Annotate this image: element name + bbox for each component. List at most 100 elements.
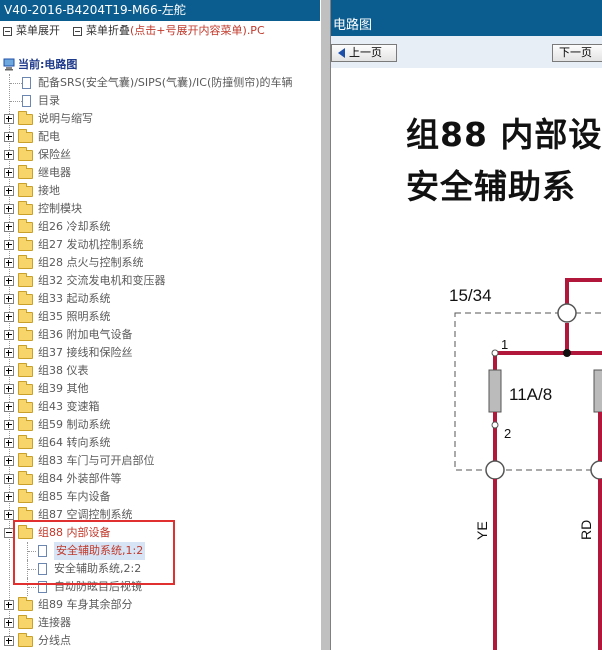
tree-item[interactable]: 说明与缩写 [0,110,320,128]
tree-item[interactable]: 组28 点火与控制系统 [0,254,320,272]
expand-toggle-icon[interactable] [4,168,14,178]
tree-item-label: 分线点 [38,634,71,647]
menu-suffix: .PC [246,24,265,37]
wire-branch [493,351,602,384]
tree-item[interactable]: 继电器 [0,164,320,182]
expand-toggle-icon[interactable] [4,420,14,430]
expand-toggle-icon[interactable] [4,384,14,394]
tree-item[interactable]: 保险丝 [0,146,320,164]
tree-item[interactable]: 组85 车内设备 [0,488,320,506]
folder-icon [18,597,33,611]
folder-icon [18,273,33,287]
expand-toggle-icon[interactable] [4,114,14,124]
prev-page-button[interactable]: 上一页 [331,44,397,62]
tree-item[interactable]: 组37 接线和保险丝 [0,344,320,362]
tree-item-label: 组89 车身其余部分 [38,598,133,611]
fuse-body-right [593,369,602,413]
expand-toggle-icon[interactable] [4,258,14,268]
expand-toggle-icon[interactable] [4,492,14,502]
circuit-drawing: 15/34 1 11A/8 2 YE RD [449,278,602,650]
tree-item[interactable]: 接地 [0,182,320,200]
folder-icon [18,399,33,413]
expand-toggle-icon[interactable] [4,204,14,214]
tree-item[interactable]: 控制模块 [0,200,320,218]
expand-toggle-icon[interactable] [4,294,14,304]
tree-item-label: 组28 点火与控制系统 [38,256,144,269]
folder-icon [18,453,33,467]
tree-item[interactable]: 组32 交流发电机和变压器 [0,272,320,290]
expand-toggle-icon[interactable] [4,636,14,646]
computer-icon [3,58,15,71]
pin1-dot [491,349,499,357]
tree-root-label: 当前:电路图 [18,58,78,71]
tree-item[interactable]: 组35 照明系统 [0,308,320,326]
tree-item-label: 组35 照明系统 [38,310,111,323]
connector-terminal-left [485,460,505,480]
expand-toggle-icon[interactable] [4,222,14,232]
tree-item-label: 配电 [38,130,60,143]
expand-toggle-icon[interactable] [4,132,14,142]
folder-icon [18,381,33,395]
menu-toolbar: 菜单展开 菜单折叠 (点击+号展开内容菜单) .PC [0,23,320,41]
tree-item-label: 连接器 [38,616,71,629]
menu-collapse-button[interactable]: 菜单折叠 (点击+号展开内容菜单) .PC [73,23,265,39]
next-page-button[interactable]: 下一页 [552,44,602,62]
expand-toggle-icon[interactable] [4,366,14,376]
tree-item-label: 配备SRS(安全气囊)/SIPS(气囊)/IC(防撞侧帘)的车辆 [38,76,293,89]
folder-icon [18,129,33,143]
panel-splitter[interactable] [320,0,331,650]
fuse-body [488,369,502,413]
diagram-panel: 电路图 上一页 下一页 组88 内部设 安全辅助系 15/34 1 11A/8 … [331,0,602,650]
right-top-bar [331,0,602,15]
expand-toggle-icon[interactable] [4,312,14,322]
left-tree-panel: V40-2016-B4204T19-M66-左舵 菜单展开 菜单折叠 (点击+号展… [0,0,320,650]
menu-hint: (点击+号展开内容菜单) [130,24,247,37]
tree-item[interactable]: 组64 转向系统 [0,434,320,452]
expand-toggle-icon[interactable] [4,186,14,196]
tree-item[interactable]: 组38 仪表 [0,362,320,380]
expand-toggle-icon[interactable] [4,348,14,358]
expand-toggle-icon[interactable] [4,330,14,340]
tree-connector [28,587,36,588]
menu-expand-button[interactable]: 菜单展开 [3,23,60,39]
tree-item[interactable]: 组59 制动系统 [0,416,320,434]
folder-icon [18,201,33,215]
tree-item[interactable]: 配电 [0,128,320,146]
expand-toggle-icon[interactable] [4,240,14,250]
tree-item[interactable]: 目录 [0,92,320,110]
expand-toggle-icon[interactable] [4,600,14,610]
expand-toggle-icon[interactable] [4,474,14,484]
tree-item-label: 组36 附加电气设备 [38,328,133,341]
tree-item-label: 控制模块 [38,202,82,215]
tree-item[interactable]: 组39 其他 [0,380,320,398]
tree-item[interactable]: 连接器 [0,614,320,632]
tree-item[interactable]: 组26 冷却系统 [0,218,320,236]
tree-item[interactable]: 组36 附加电气设备 [0,326,320,344]
tree-item-label: 组59 制动系统 [38,418,111,431]
pin2-dot [491,421,499,429]
expand-toggle-icon[interactable] [4,510,14,520]
tree-item[interactable]: 组27 发动机控制系统 [0,236,320,254]
expand-toggle-icon[interactable] [4,456,14,466]
tree-item[interactable]: 组43 变速箱 [0,398,320,416]
expand-toggle-icon[interactable] [4,402,14,412]
tree-item[interactable]: 组83 车门与可开启部位 [0,452,320,470]
tree-item[interactable]: 组89 车身其余部分 [0,596,320,614]
document-icon [22,95,31,107]
tree-item-label: 组83 车门与可开启部位 [38,454,155,467]
tree-item[interactable]: 组33 起动系统 [0,290,320,308]
folder-icon [18,183,33,197]
tree-item[interactable]: 组84 外装部件等 [0,470,320,488]
expand-toggle-icon[interactable] [4,438,14,448]
folder-icon [18,615,33,629]
tree-item[interactable]: 分线点 [0,632,320,650]
tree-item-label: 组84 外装部件等 [38,472,122,485]
expand-toggle-icon[interactable] [4,276,14,286]
tree-item[interactable]: 配备SRS(安全气囊)/SIPS(气囊)/IC(防撞侧帘)的车辆 [0,74,320,92]
folder-icon [18,255,33,269]
expand-toggle-icon[interactable] [4,150,14,160]
tree-item-label: 继电器 [38,166,71,179]
wiring-diagram[interactable]: 组88 内部设 安全辅助系 15/34 1 11A/8 2 YE RD [331,68,602,650]
expand-toggle-icon[interactable] [4,618,14,628]
document-icon [22,77,31,89]
